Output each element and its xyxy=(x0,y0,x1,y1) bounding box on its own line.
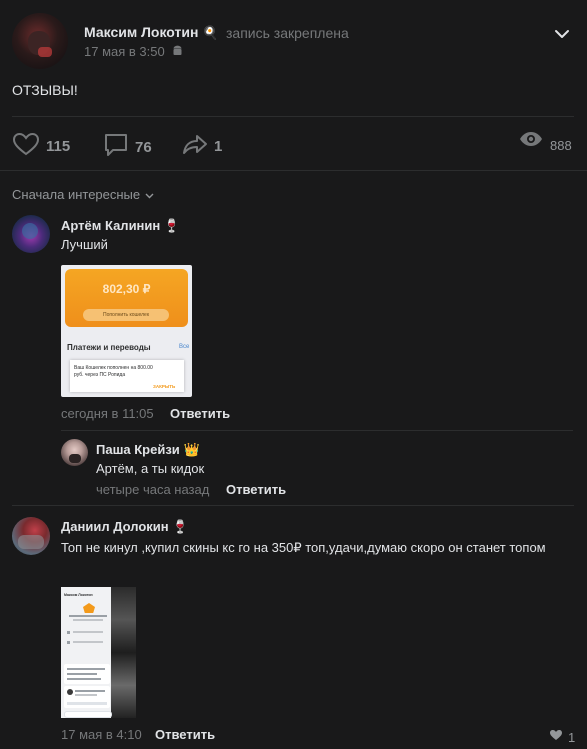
android-icon xyxy=(172,45,183,60)
comment-time: четыре часа назад xyxy=(96,482,210,497)
chat-header-name: Максим Локотин xyxy=(64,593,93,597)
wallet-topup-button: Пополнить кошелек xyxy=(83,309,169,321)
heart-icon xyxy=(549,728,563,746)
divider xyxy=(12,116,574,117)
view-count: 888 xyxy=(550,138,572,153)
comment-avatar[interactable] xyxy=(61,439,88,466)
comment-text: Артём, а ты кидок xyxy=(96,461,205,476)
post-text: ОТЗЫВЫ! xyxy=(12,82,78,98)
comment-text: Топ не кинул ,купил скины кс го на 350₽ … xyxy=(61,540,546,555)
comment-author-name[interactable]: Даниил Долокин xyxy=(61,519,169,534)
comment-author-emoji: 👑 xyxy=(183,442,200,457)
heart-icon xyxy=(12,132,40,161)
payments-title: Платежи и переводы xyxy=(67,343,151,352)
share-icon xyxy=(182,133,208,160)
comment-attachment-image[interactable]: Максим Локотин xyxy=(61,587,136,718)
comment-like-button[interactable]: 1 xyxy=(549,728,575,746)
post-author-name-text[interactable]: Максим Локотин xyxy=(84,24,198,40)
eye-icon xyxy=(519,131,543,152)
comment-attachment-image[interactable]: 802,30 ₽ Пополнить кошелек Платежи и пер… xyxy=(61,265,192,397)
post-author-name[interactable]: Максим Локотин 🍳 xyxy=(84,24,218,41)
crown-image xyxy=(83,603,95,613)
like-count: 115 xyxy=(46,138,71,155)
comment-time: 17 мая в 4:10 xyxy=(61,727,142,742)
like-button[interactable]: 115 xyxy=(12,132,70,161)
reply-button[interactable]: Ответить xyxy=(226,482,286,497)
comment-author[interactable]: Артём Калинин 🍷 xyxy=(61,218,180,234)
sort-label: Сначала интересные xyxy=(12,187,141,202)
post-author-avatar[interactable] xyxy=(12,13,68,69)
comment-author-emoji: 🍷 xyxy=(163,218,181,233)
topup-notice: Ваш Кошелек пополнен на 800.00 руб. чере… xyxy=(70,360,184,392)
comment-avatar[interactable] xyxy=(12,215,50,253)
comment-time: сегодня в 11:05 xyxy=(61,406,154,421)
comment-author[interactable]: Паша Крейзи 👑 xyxy=(96,442,200,458)
comment-count: 76 xyxy=(135,139,152,156)
divider xyxy=(61,430,573,431)
comment-author-name[interactable]: Артём Калинин xyxy=(61,218,160,233)
comment-icon xyxy=(103,132,129,163)
comment-author[interactable]: Даниил Долокин 🍷 xyxy=(61,519,188,535)
divider xyxy=(12,505,574,506)
sort-dropdown[interactable]: Сначала интересные xyxy=(12,187,154,202)
share-count: 1 xyxy=(214,138,223,155)
post-time[interactable]: 17 мая в 3:50 xyxy=(84,44,183,60)
comment-avatar[interactable] xyxy=(12,517,50,555)
pinned-label: запись закреплена xyxy=(226,25,349,41)
comment-button[interactable]: 76 xyxy=(103,132,152,163)
notice-close: ЗАКРЫТЬ xyxy=(153,384,176,389)
comment-author-emoji: 🍷 xyxy=(172,519,189,534)
reply-button[interactable]: Ответить xyxy=(170,406,230,421)
author-emoji: 🍳 xyxy=(202,25,219,40)
payments-all-link: Все xyxy=(179,344,190,350)
comment-text: Лучший xyxy=(61,237,108,252)
topup-notice-text: Ваш Кошелек пополнен на 800.00 руб. чере… xyxy=(74,365,153,378)
post-time-text[interactable]: 17 мая в 3:50 xyxy=(84,44,165,59)
comment-like-count: 1 xyxy=(568,729,576,745)
comment-author-name[interactable]: Паша Крейзи xyxy=(96,442,180,457)
reply-button[interactable]: Ответить xyxy=(155,727,215,742)
wallet-amount: 802,30 ₽ xyxy=(102,282,151,296)
chevron-down-icon[interactable] xyxy=(554,26,570,44)
share-button[interactable]: 1 xyxy=(182,133,222,160)
divider xyxy=(0,170,587,171)
chevron-down-icon xyxy=(145,187,154,202)
views: 888 xyxy=(519,131,572,153)
